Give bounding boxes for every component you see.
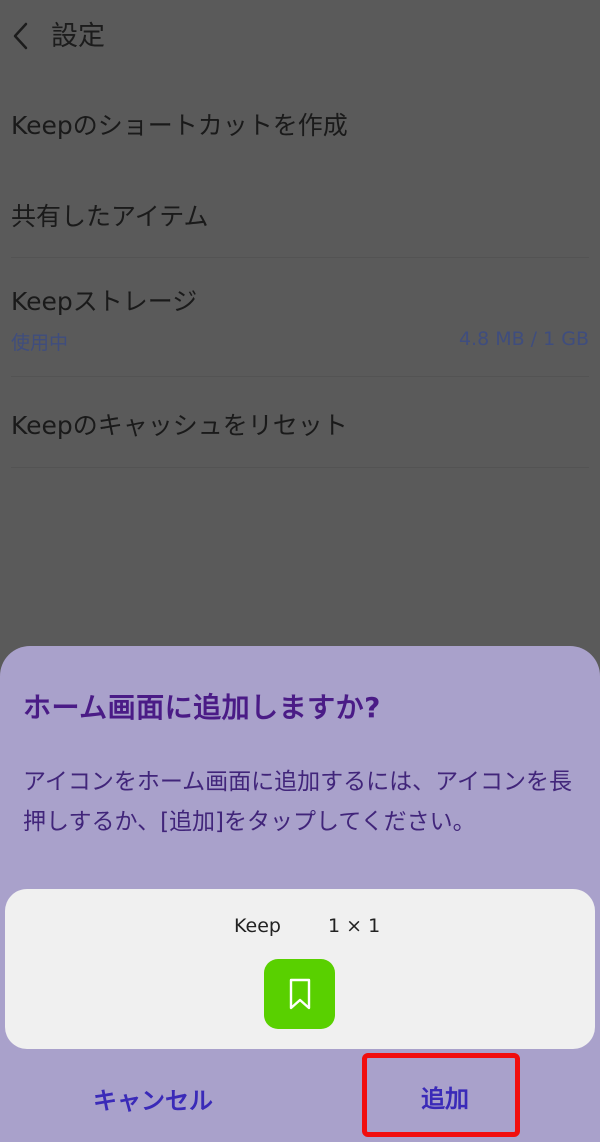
cancel-button[interactable]: キャンセル: [80, 1076, 226, 1120]
back-button[interactable]: [4, 18, 36, 54]
settings-item-storage[interactable]: Keepストレージ: [11, 282, 589, 318]
divider: [11, 376, 589, 377]
storage-info: 使用中 4.8 MB / 1 GB: [11, 328, 589, 355]
settings-item-label: 共有したアイテム: [11, 202, 209, 231]
app-header: 設定: [0, 0, 600, 76]
settings-item-create-shortcut[interactable]: Keepのショートカットを作成: [11, 106, 589, 142]
add-button[interactable]: 追加: [365, 1056, 525, 1136]
add-to-home-dialog: ホーム画面に追加しますか? アイコンをホーム画面に追加するには、アイコンを長押し…: [0, 646, 600, 1142]
settings-item-label: Keepのショートカットを作成: [11, 111, 348, 140]
divider: [11, 257, 589, 258]
dialog-description: アイコンをホーム画面に追加するには、アイコンを長押しするか、[追加]をタップして…: [23, 769, 573, 835]
bookmark-icon: [289, 978, 310, 1010]
storage-usage: 4.8 MB / 1 GB: [458, 328, 589, 350]
settings-item-label: Keepストレージ: [11, 287, 198, 316]
divider: [11, 467, 589, 468]
chevron-left-icon: [13, 22, 28, 50]
storage-status: 使用中: [11, 332, 69, 354]
widget-preview-card: Keep 1 × 1: [5, 889, 595, 1049]
widget-size: 1 × 1: [328, 915, 381, 937]
settings-item-label: Keepのキャッシュをリセット: [11, 411, 348, 440]
keep-app-icon[interactable]: [264, 959, 335, 1029]
widget-name: Keep: [234, 915, 281, 937]
page-title: 設定: [51, 21, 105, 52]
dialog-title: ホーム画面に追加しますか?: [23, 691, 381, 724]
settings-item-shared-items[interactable]: 共有したアイテム: [11, 197, 589, 233]
settings-item-reset-cache[interactable]: Keepのキャッシュをリセット: [11, 406, 589, 442]
